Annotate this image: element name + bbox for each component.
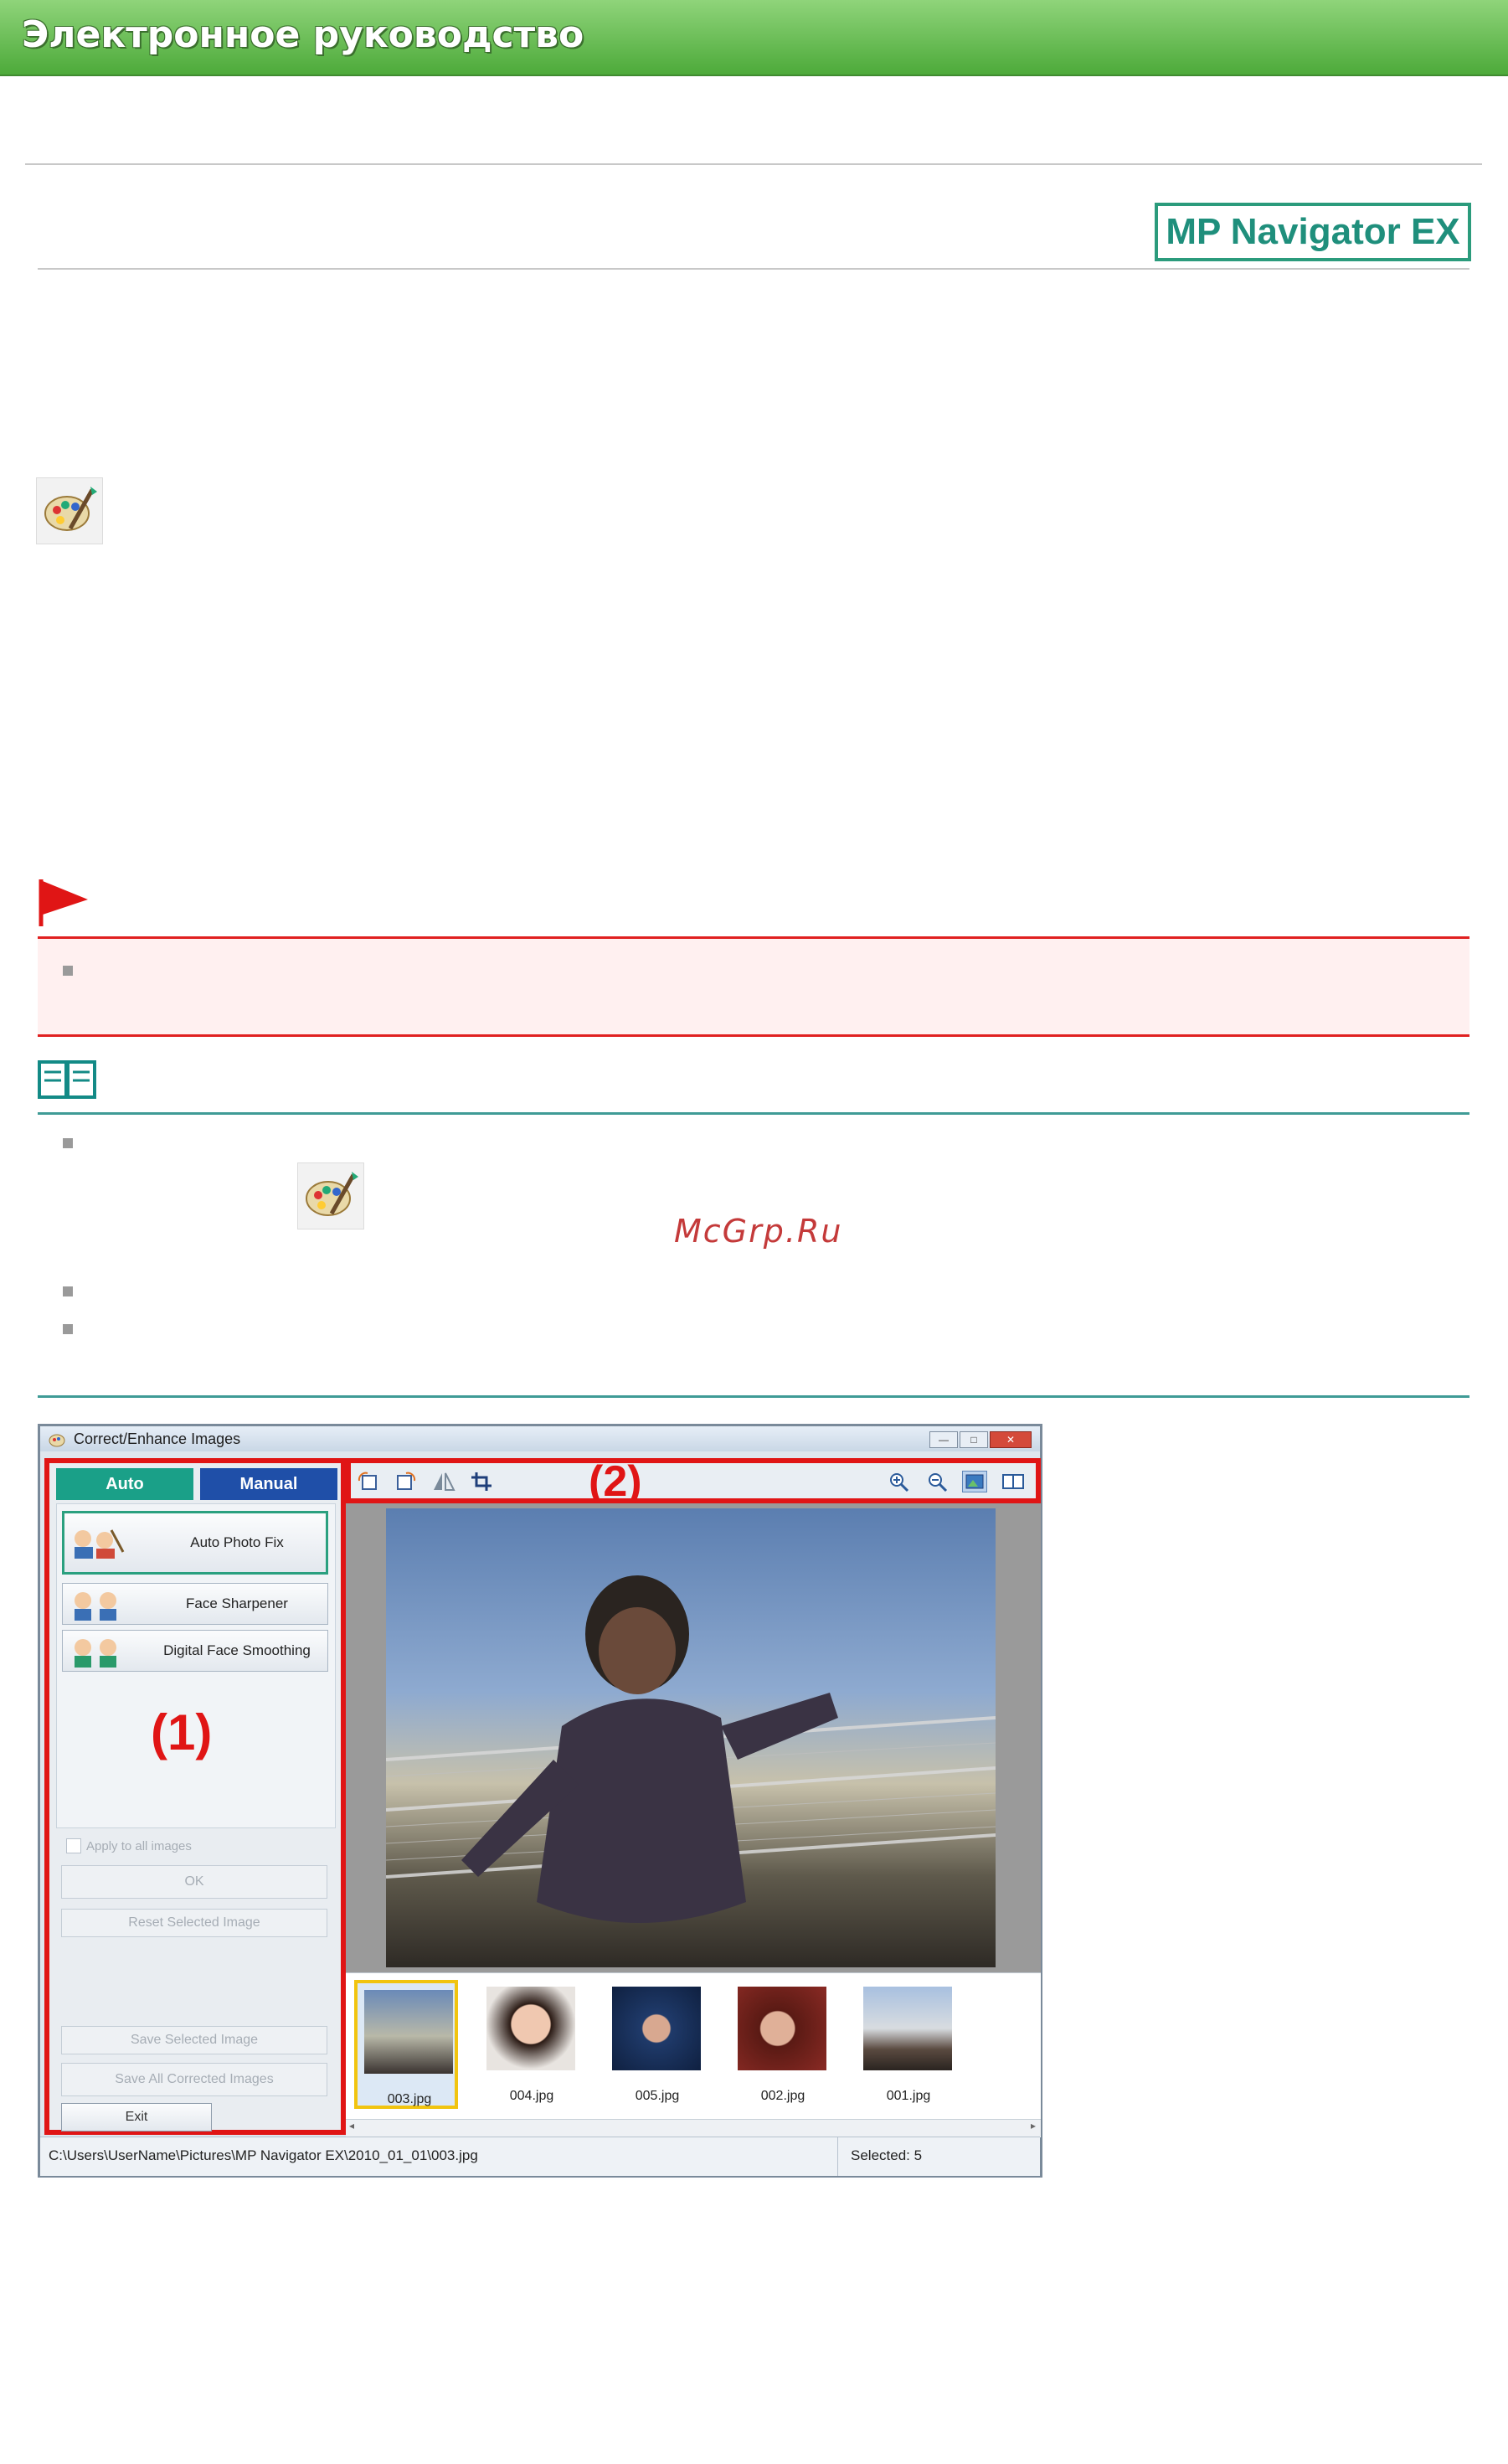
palette-icon — [297, 1162, 364, 1229]
auto-photo-fix-icon — [71, 1527, 126, 1559]
thumbnail-item[interactable]: 004.jpg — [480, 1980, 584, 2109]
section-divider — [38, 1395, 1469, 1398]
auto-photo-fix-label: Auto Photo Fix — [190, 1534, 284, 1550]
save-all-corrected-images-button[interactable]: Save All Corrected Images — [61, 2063, 327, 2096]
toolbar-marker: (2) — [589, 1457, 642, 1506]
checkbox-box[interactable] — [66, 1838, 81, 1853]
digital-face-smoothing-label: Digital Face Smoothing — [163, 1642, 311, 1658]
tab-auto[interactable]: Auto — [56, 1468, 193, 1500]
thumbnail-image — [486, 1987, 575, 2070]
panel-marker: (1) — [151, 1704, 213, 1760]
window-title: Correct/Enhance Images — [74, 1430, 241, 1447]
status-selected-count: Selected: 5 — [851, 2147, 923, 2163]
thumbnail-name: 001.jpg — [886, 2089, 931, 2103]
face-sharpener-button[interactable]: Face Sharpener — [62, 1583, 328, 1625]
digital-face-smoothing-icon — [69, 1636, 125, 1668]
thumbnail-item[interactable]: 002.jpg — [731, 1980, 835, 2109]
divider — [25, 163, 1482, 165]
bullet — [63, 1324, 73, 1334]
zoom-in-icon[interactable] — [887, 1471, 912, 1492]
palette-icon — [36, 477, 103, 544]
crop-icon[interactable] — [470, 1471, 495, 1492]
compare-view-icon[interactable] — [1001, 1471, 1026, 1492]
app-icon — [49, 1431, 67, 1452]
correct-enhance-window: Correct/Enhance Images — □ ✕ Auto Manual… — [38, 1424, 1042, 2178]
zoom-out-icon[interactable] — [925, 1471, 950, 1492]
thumbnail-scrollbar[interactable]: ◂ ▸ — [346, 2119, 1041, 2137]
face-sharpener-icon — [69, 1589, 125, 1621]
important-box — [38, 936, 1469, 1037]
thumbnail-strip: 003.jpg 004.jpg 005.jpg 002.jpg 001.jpg … — [346, 1972, 1041, 2137]
save-selected-image-button[interactable]: Save Selected Image — [61, 2026, 327, 2054]
thumbnail-name: 004.jpg — [509, 2089, 554, 2103]
status-path: C:\Users\UserName\Pictures\MP Navigator … — [49, 2147, 478, 2163]
face-sharpener-label: Face Sharpener — [186, 1595, 288, 1611]
auto-tab-body: Auto Photo Fix Face Sharpener Digital Fa… — [56, 1503, 336, 1828]
thumbnail-image — [364, 1990, 453, 2074]
rotate-left-icon[interactable] — [356, 1471, 381, 1492]
reset-selected-image-button[interactable]: Reset Selected Image — [61, 1909, 327, 1937]
rotate-right-icon[interactable] — [393, 1471, 418, 1492]
window-titlebar: Correct/Enhance Images — □ ✕ — [40, 1426, 1040, 1451]
note-divider — [38, 1112, 1469, 1115]
thumbnail-image — [863, 1987, 952, 2070]
digital-face-smoothing-button[interactable]: Digital Face Smoothing — [62, 1630, 328, 1672]
close-icon[interactable]: ✕ — [990, 1431, 1032, 1448]
scroll-left-icon[interactable]: ◂ — [349, 2120, 354, 2132]
maximize-icon[interactable]: □ — [960, 1431, 988, 1448]
bullet — [63, 1286, 73, 1296]
note-book-icon — [38, 1059, 96, 1104]
preview-photo — [385, 1508, 996, 1967]
auto-photo-fix-button[interactable]: Auto Photo Fix — [62, 1511, 328, 1575]
minimize-icon[interactable]: — — [929, 1431, 958, 1448]
thumbnail-image — [612, 1987, 701, 2070]
status-bar: C:\Users\UserName\Pictures\MP Navigator … — [40, 2137, 1040, 2176]
correction-panel: Auto Manual Auto Photo Fix Face Sharpene… — [44, 1458, 346, 2135]
exit-button[interactable]: Exit — [61, 2103, 212, 2132]
watermark: McGrp.Ru — [674, 1213, 843, 1250]
bullet — [63, 966, 73, 976]
thumbnail-item[interactable]: 005.jpg — [605, 1980, 709, 2109]
thumbnail-image — [738, 1987, 826, 2070]
header-title: Электронное руководство — [22, 13, 584, 56]
tab-manual[interactable]: Manual — [200, 1468, 337, 1500]
preview-area — [346, 1503, 1041, 1972]
thumbnail-item[interactable]: 003.jpg — [354, 1980, 458, 2109]
preview-toolbar: (2) — [346, 1457, 1041, 1506]
important-flag-icon — [38, 878, 91, 931]
thumbnail-name: 005.jpg — [635, 2089, 680, 2103]
apply-all-checkbox[interactable]: Apply to all images — [66, 1838, 192, 1853]
apply-all-label: Apply to all images — [86, 1838, 192, 1853]
thumbnail-name: 002.jpg — [760, 2089, 805, 2103]
scroll-right-icon[interactable]: ▸ — [1031, 2120, 1036, 2132]
mirror-icon[interactable] — [431, 1471, 456, 1492]
bullet — [63, 1138, 73, 1148]
full-image-view-icon[interactable] — [962, 1471, 987, 1492]
divider — [38, 268, 1469, 270]
manual-header-banner: Электронное руководство — [0, 0, 1508, 76]
thumbnail-item[interactable]: 001.jpg — [857, 1980, 960, 2109]
status-separator — [837, 2137, 838, 2176]
product-badge: MP Navigator EX — [1155, 203, 1471, 261]
ok-button[interactable]: OK — [61, 1865, 327, 1899]
thumbnail-name: 003.jpg — [387, 2092, 432, 2106]
